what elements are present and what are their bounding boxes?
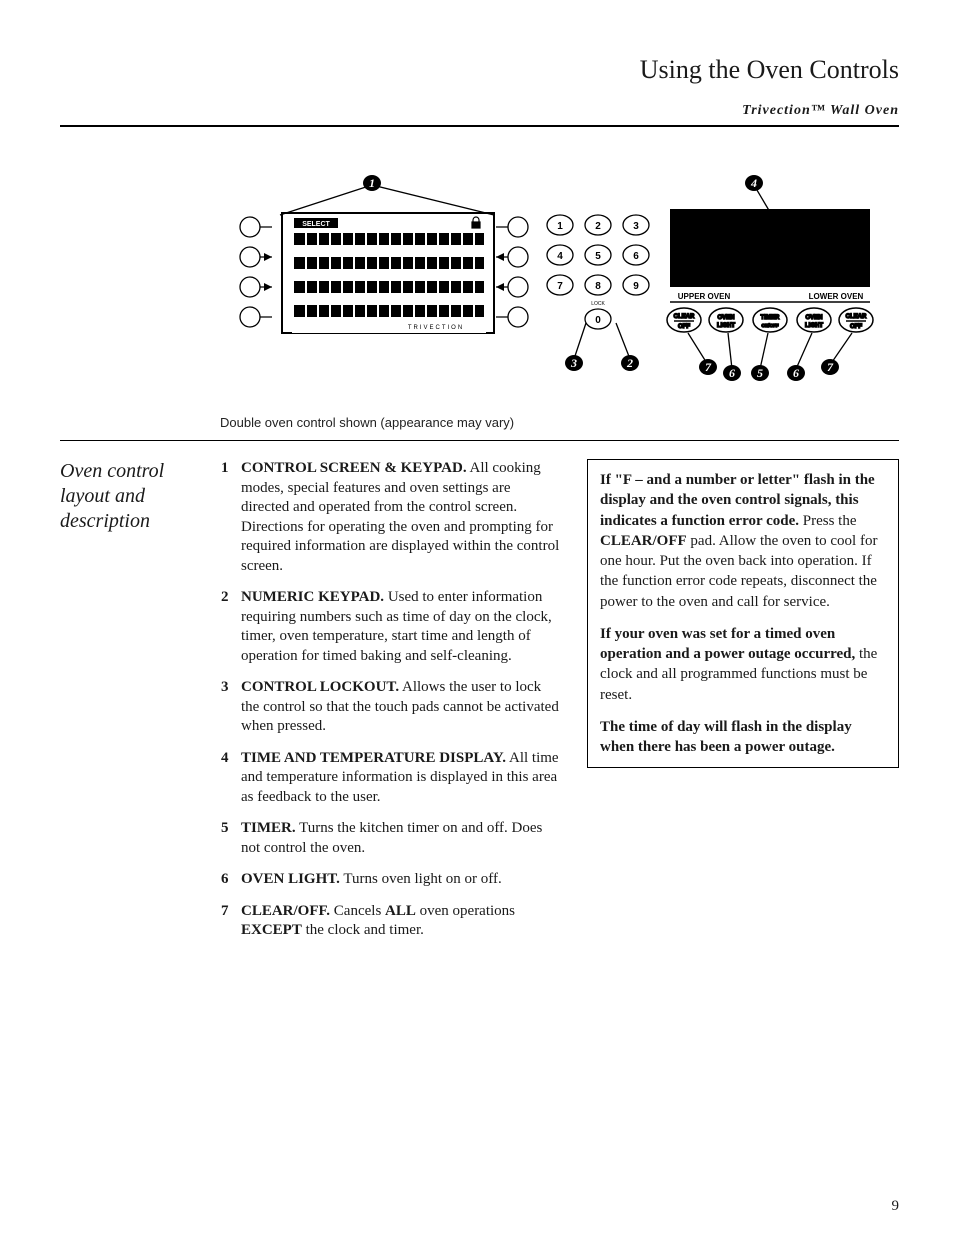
svg-text:3: 3	[570, 356, 577, 370]
svg-text:8: 8	[595, 281, 601, 292]
page-title: Using the Oven Controls	[60, 55, 899, 85]
svg-text:LOWER OVEN: LOWER OVEN	[809, 292, 864, 301]
svg-text:LIGHT: LIGHT	[805, 323, 823, 329]
svg-text:TRIVECTION: TRIVECTION	[408, 325, 464, 331]
divider-mid	[60, 440, 899, 441]
svg-text:0: 0	[595, 315, 601, 326]
svg-text:7: 7	[827, 360, 834, 374]
svg-text:CLEAR: CLEAR	[674, 314, 695, 320]
svg-text:2: 2	[595, 221, 601, 232]
control-panel-svg: SELECT TRIVECTION	[220, 167, 900, 387]
list-item: NUMERIC KEYPAD. Used to enter informatio…	[221, 588, 561, 666]
page-number: 9	[892, 1198, 900, 1215]
svg-text:9: 9	[633, 281, 639, 292]
list-item: CLEAR/OFF. Cancels ALL oven operations E…	[221, 902, 561, 941]
svg-text:LIGHT: LIGHT	[717, 323, 735, 329]
svg-text:4: 4	[557, 251, 563, 262]
page-header: Using the Oven Controls Trivection™ Wall…	[60, 55, 899, 119]
svg-text:5: 5	[595, 251, 601, 262]
content-columns: Oven control layout and description CONT…	[60, 459, 899, 953]
svg-text:OFF: OFF	[678, 324, 690, 330]
svg-text:ON/OFF: ON/OFF	[762, 323, 779, 328]
svg-text:2: 2	[626, 356, 633, 370]
list-item: TIME AND TEMPERATURE DISPLAY. All time a…	[221, 749, 561, 808]
svg-text:6: 6	[793, 366, 799, 380]
svg-text:1: 1	[369, 176, 375, 190]
svg-text:OVEN: OVEN	[717, 315, 734, 321]
svg-text:UPPER OVEN: UPPER OVEN	[678, 292, 731, 301]
svg-text:4: 4	[750, 176, 757, 190]
svg-text:LOCK: LOCK	[591, 301, 605, 307]
description-list: CONTROL SCREEN & KEYPAD. All cooking mod…	[221, 459, 561, 941]
diagram-caption: Double oven control shown (appearance ma…	[220, 415, 899, 430]
list-item: CONTROL LOCKOUT. Allows the user to lock…	[221, 678, 561, 737]
svg-text:6: 6	[729, 366, 735, 380]
side-heading: Oven control layout and description	[60, 459, 195, 534]
svg-text:OFF: OFF	[850, 324, 862, 330]
list-item: OVEN LIGHT. Turns oven light on or off.	[221, 870, 561, 890]
list-item: CONTROL SCREEN & KEYPAD. All cooking mod…	[221, 459, 561, 576]
notice-box: If "F – and a number or letter" flash in…	[587, 459, 899, 768]
svg-text:CLEAR: CLEAR	[846, 314, 867, 320]
list-item: TIMER. Turns the kitchen timer on and of…	[221, 819, 561, 858]
svg-text:7: 7	[705, 360, 712, 374]
svg-text:3: 3	[633, 221, 639, 232]
svg-text:1: 1	[557, 221, 563, 232]
svg-text:OVEN: OVEN	[805, 315, 822, 321]
svg-text:TIMER: TIMER	[761, 315, 780, 321]
control-diagram: SELECT TRIVECTION	[220, 167, 900, 387]
divider-top	[60, 125, 899, 127]
product-name: Trivection™ Wall Oven	[60, 103, 899, 119]
svg-text:5: 5	[757, 366, 763, 380]
svg-text:7: 7	[557, 281, 563, 292]
svg-text:6: 6	[633, 251, 639, 262]
svg-text:SELECT: SELECT	[302, 221, 330, 228]
